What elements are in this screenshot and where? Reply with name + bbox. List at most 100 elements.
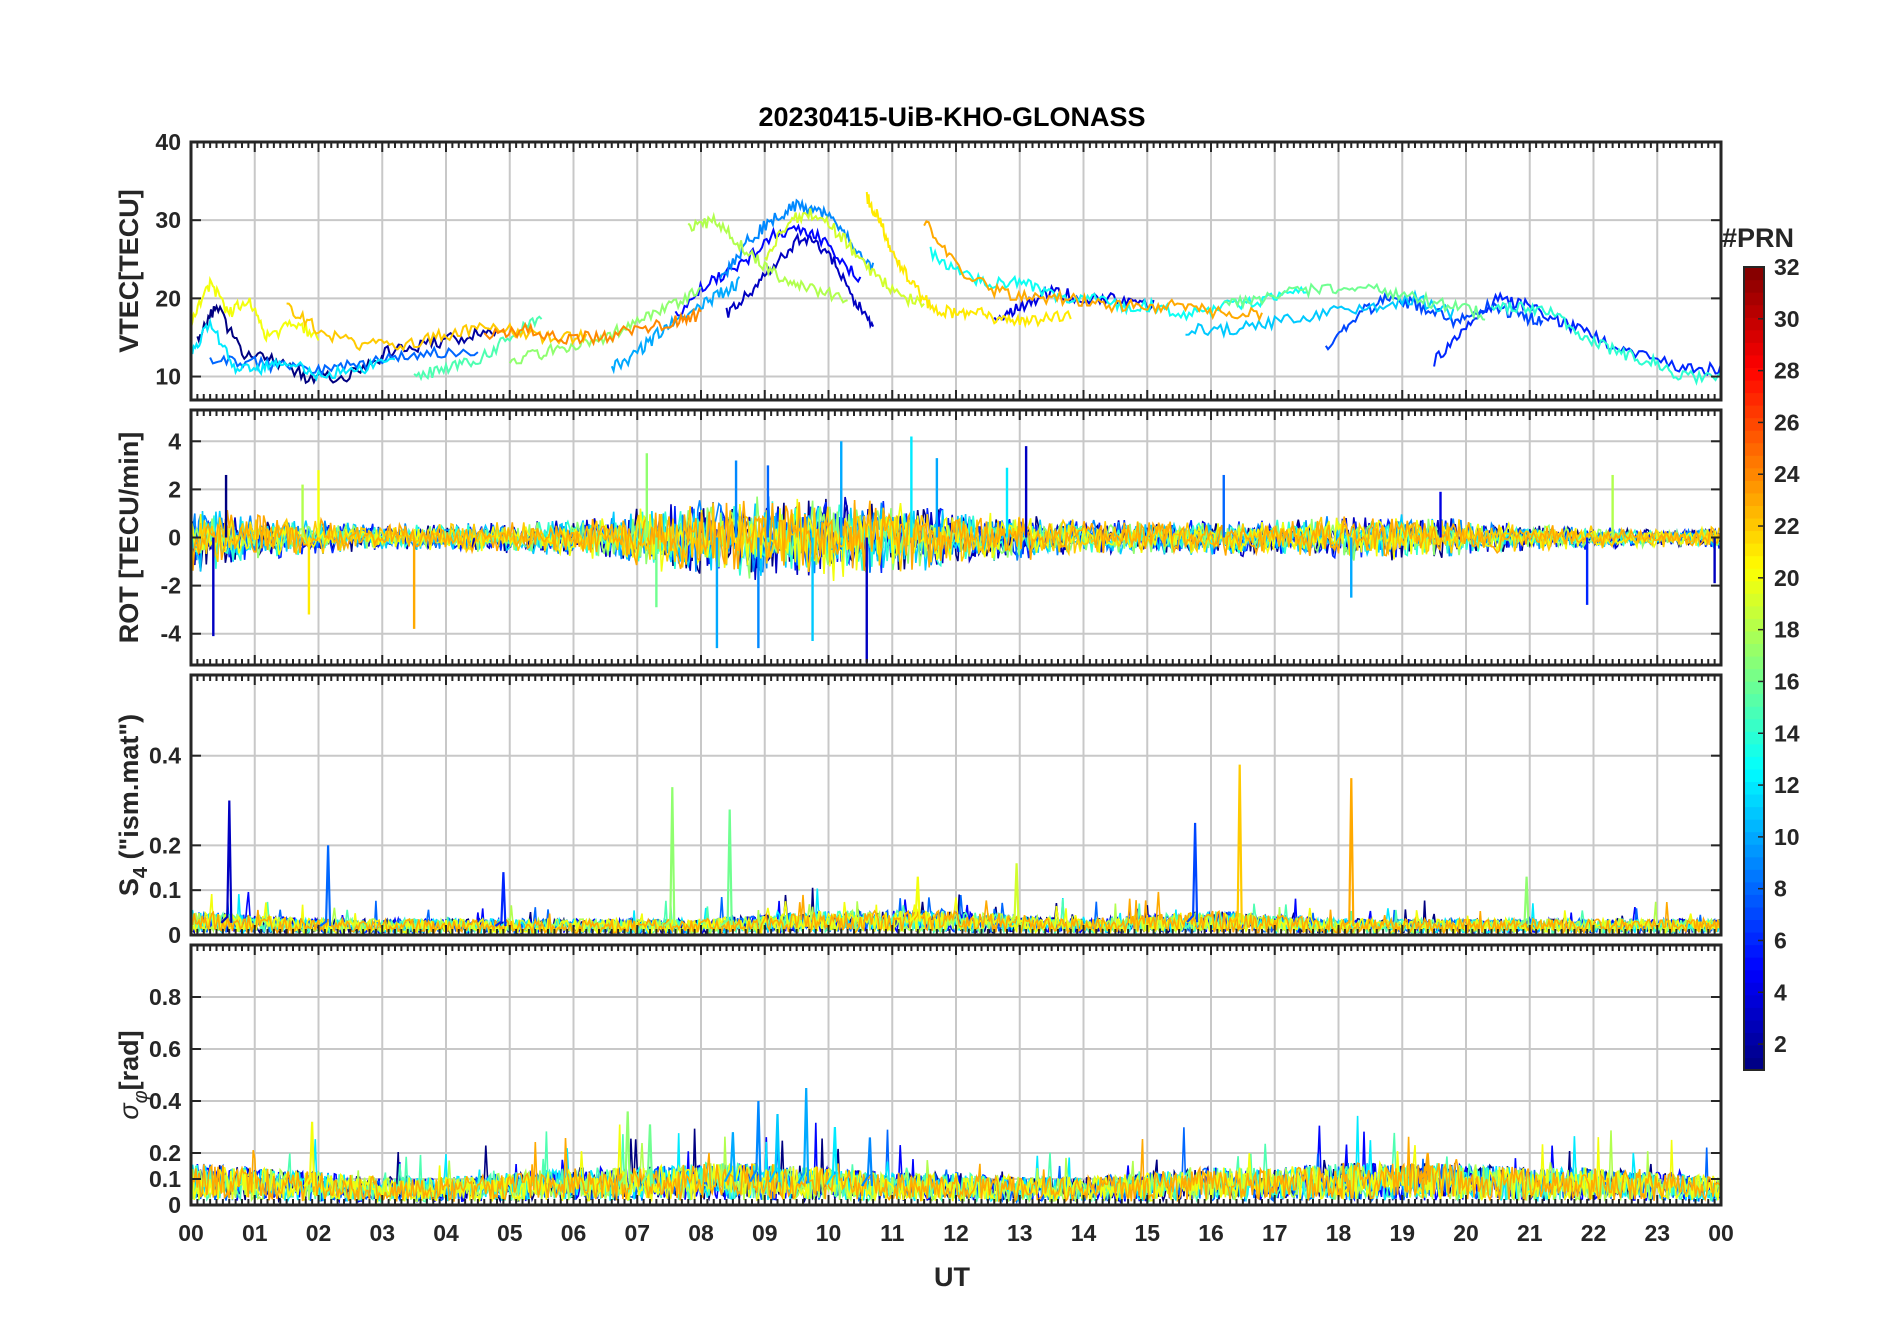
y-tick-label: -4 bbox=[161, 621, 182, 647]
chart-title: 20230415-UiB-KHO-GLONASS bbox=[758, 102, 1145, 132]
colorbar-tick-label: 6 bbox=[1774, 927, 1787, 953]
y-axis-label: S4 ("ism.mat") bbox=[114, 714, 152, 896]
figure: 20230415-UiB-KHO-GLONASS 10203040VTEC[TE… bbox=[114, 102, 1800, 1292]
x-tick-label: 11 bbox=[880, 1220, 905, 1246]
colorbar-band bbox=[1744, 718, 1764, 732]
panel-2: -4 -2 0 2 4 ROT [TECU/min] bbox=[114, 408, 1723, 667]
colorbar-band bbox=[1744, 630, 1764, 645]
y-tick-label: 0.4 bbox=[149, 743, 181, 769]
panel-1: 10 20 30 40 VTEC[TECU] bbox=[114, 129, 1723, 402]
panels: 10203040VTEC[TECU]-4-2024ROT [TECU/min]0… bbox=[114, 129, 1734, 1246]
colorbar-band bbox=[1744, 392, 1764, 406]
colorbar-band bbox=[1744, 605, 1764, 619]
x-tick-label: 05 bbox=[497, 1220, 523, 1246]
x-tick-label: 04 bbox=[433, 1220, 459, 1246]
colorbar-band bbox=[1744, 957, 1764, 971]
y-tick-label: 2 bbox=[168, 476, 181, 502]
y-tick-label: 0.6 bbox=[149, 1036, 181, 1062]
colorbar-band bbox=[1744, 304, 1764, 318]
colorbar-band bbox=[1744, 517, 1764, 532]
colorbar-tick-label: 16 bbox=[1774, 668, 1800, 694]
colorbar-band bbox=[1744, 793, 1764, 808]
colorbar-band bbox=[1744, 806, 1764, 820]
colorbar-band bbox=[1744, 492, 1764, 506]
x-tick-label: 08 bbox=[688, 1220, 714, 1246]
colorbar-band bbox=[1744, 819, 1764, 833]
colorbar-tick-label: 22 bbox=[1774, 513, 1800, 539]
colorbar: #PRN2468101214161820222426283032 bbox=[1722, 223, 1800, 1071]
colorbar-band bbox=[1744, 919, 1764, 933]
x-tick-label: 06 bbox=[561, 1220, 587, 1246]
y-tick-label: 0 bbox=[168, 1192, 181, 1218]
colorbar-band bbox=[1744, 405, 1764, 419]
colorbar-band bbox=[1744, 367, 1764, 381]
colorbar-band bbox=[1744, 869, 1764, 883]
panel-3: 0 0.1 0.2 0.4S4 ("ism.mat") bbox=[114, 673, 1723, 948]
colorbar-band bbox=[1744, 1057, 1764, 1071]
colorbar-tick-label: 2 bbox=[1774, 1031, 1787, 1057]
y-tick-label: 0.4 bbox=[149, 1088, 181, 1114]
y-tick-label: -2 bbox=[161, 573, 181, 599]
x-tick-label: 12 bbox=[943, 1220, 969, 1246]
colorbar-tick-label: 26 bbox=[1774, 409, 1800, 435]
colorbar-band bbox=[1744, 681, 1764, 695]
x-tick-label: 15 bbox=[1134, 1220, 1160, 1246]
colorbar-band bbox=[1744, 379, 1764, 394]
colorbar-tick-label: 20 bbox=[1774, 565, 1800, 591]
colorbar-band bbox=[1744, 982, 1764, 996]
y-axis-label: ROT [TECU/min] bbox=[114, 432, 144, 643]
y-tick-label: 40 bbox=[155, 129, 181, 155]
y-tick-label: 0.2 bbox=[149, 832, 181, 858]
colorbar-tick-label: 8 bbox=[1774, 876, 1787, 902]
colorbar-band bbox=[1744, 593, 1764, 607]
colorbar-band bbox=[1744, 279, 1764, 293]
colorbar-tick-label: 10 bbox=[1774, 824, 1800, 850]
colorbar-band bbox=[1744, 944, 1764, 958]
y-tick-label: 0.2 bbox=[149, 1140, 181, 1166]
colorbar-band bbox=[1744, 342, 1764, 356]
y-tick-label: 0 bbox=[168, 525, 181, 551]
y-tick-label: 0.1 bbox=[149, 877, 181, 903]
colorbar-band bbox=[1744, 693, 1764, 707]
colorbar-band bbox=[1744, 894, 1764, 908]
colorbar-tick-label: 30 bbox=[1774, 306, 1800, 332]
colorbar-band bbox=[1744, 480, 1764, 494]
colorbar-band bbox=[1744, 668, 1764, 682]
colorbar-tick-label: 24 bbox=[1774, 461, 1800, 487]
y-tick-label: 0.1 bbox=[149, 1166, 181, 1192]
colorbar-band bbox=[1744, 743, 1764, 757]
colorbar-band bbox=[1744, 354, 1764, 368]
colorbar-band bbox=[1744, 768, 1764, 783]
colorbar-band bbox=[1744, 844, 1764, 858]
colorbar-band bbox=[1744, 1007, 1764, 1021]
colorbar-title: #PRN bbox=[1722, 223, 1794, 253]
x-tick-label: 09 bbox=[752, 1220, 778, 1246]
colorbar-tick-label: 18 bbox=[1774, 617, 1800, 643]
x-tick-label: 00 bbox=[1708, 1220, 1734, 1246]
colorbar-tick-label: 28 bbox=[1774, 358, 1800, 384]
colorbar-tick-label: 12 bbox=[1774, 772, 1800, 798]
colorbar-band bbox=[1744, 931, 1764, 946]
colorbar-band bbox=[1744, 906, 1764, 921]
x-tick-label: 19 bbox=[1389, 1220, 1415, 1246]
x-tick-label: 10 bbox=[816, 1220, 842, 1246]
colorbar-band bbox=[1744, 1019, 1764, 1033]
colorbar-band bbox=[1744, 555, 1764, 569]
colorbar-band bbox=[1744, 543, 1764, 557]
colorbar-band bbox=[1744, 831, 1764, 845]
y-tick-label: 10 bbox=[155, 364, 181, 390]
x-tick-label: 02 bbox=[306, 1220, 332, 1246]
x-axis-label: UT bbox=[934, 1262, 970, 1292]
y-axis-label: VTEC[TECU] bbox=[114, 189, 144, 353]
colorbar-band bbox=[1744, 994, 1764, 1008]
colorbar-band bbox=[1744, 655, 1764, 670]
colorbar-band bbox=[1744, 643, 1764, 657]
colorbar-band bbox=[1744, 267, 1764, 281]
x-tick-label: 20 bbox=[1453, 1220, 1479, 1246]
panel-4: 00.10.2 0.4 0.6 0.8 σφ[rad] 00 01 02 03 04 05 06 07 0… bbox=[114, 943, 1734, 1246]
x-tick-label: 17 bbox=[1262, 1220, 1288, 1246]
colorbar-band bbox=[1744, 706, 1764, 720]
x-tick-label: 18 bbox=[1326, 1220, 1352, 1246]
x-tick-label: 01 bbox=[242, 1220, 268, 1246]
colorbar-band bbox=[1744, 781, 1764, 795]
